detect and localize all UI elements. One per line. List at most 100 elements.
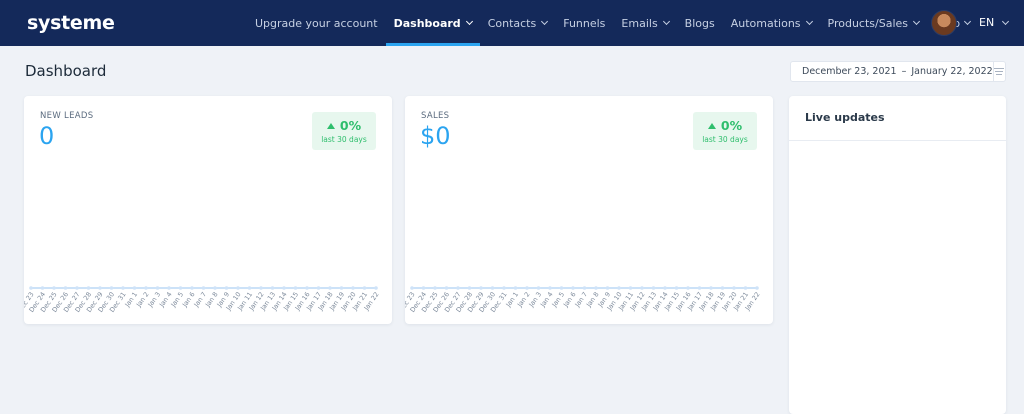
card-value: 0 <box>39 122 55 150</box>
data-point[interactable] <box>571 286 575 290</box>
data-point[interactable] <box>628 286 633 290</box>
data-point[interactable] <box>167 286 171 290</box>
data-point[interactable] <box>536 286 541 290</box>
date-range-picker[interactable]: December 23, 2021– January 22, 2022 <box>790 61 1006 82</box>
nav-item-label: Emails <box>621 16 658 30</box>
data-point[interactable] <box>29 286 33 290</box>
trend-period: last 30 days <box>702 135 748 144</box>
user-avatar[interactable] <box>931 10 957 36</box>
trend-period: last 30 days <box>321 135 367 144</box>
data-point[interactable] <box>132 286 137 290</box>
data-point[interactable] <box>293 286 298 290</box>
data-point[interactable] <box>743 286 748 290</box>
data-point[interactable] <box>201 286 206 290</box>
data-point[interactable] <box>98 286 102 290</box>
data-point[interactable] <box>121 286 125 290</box>
data-point[interactable] <box>282 286 286 290</box>
data-point[interactable] <box>433 286 437 290</box>
top-navbar: systeme Upgrade your account Dashboard Con… <box>0 0 1024 46</box>
nav-item-contacts[interactable]: Contacts <box>480 0 556 46</box>
data-point[interactable] <box>247 286 252 290</box>
sales-card: SALES $0 0% last 30 days Dec 23 Dec 24 Dec… <box>405 96 773 324</box>
data-point[interactable] <box>594 286 598 290</box>
nav-item-label: Automations <box>730 16 801 30</box>
data-point[interactable] <box>178 286 183 290</box>
data-point[interactable] <box>490 286 495 290</box>
date-range-text[interactable]: December 23, 2021– January 22, 2022 <box>791 66 993 77</box>
sales-chart: Dec 23Dec 24Dec 25Dec 26Dec 27Dec 28Dec … <box>405 286 762 314</box>
data-point[interactable] <box>456 286 460 290</box>
data-point[interactable] <box>224 286 229 290</box>
nav-item-dashboard[interactable]: Dashboard <box>385 0 480 46</box>
data-point[interactable] <box>270 286 275 290</box>
data-point[interactable] <box>259 286 263 290</box>
data-point[interactable] <box>663 286 667 290</box>
data-point[interactable] <box>605 286 610 290</box>
data-point[interactable] <box>525 286 529 290</box>
nav-item-funnels[interactable]: Funnels <box>555 0 613 46</box>
data-point[interactable] <box>559 286 564 290</box>
data-point[interactable] <box>351 286 355 290</box>
data-point[interactable] <box>651 286 656 290</box>
data-point[interactable] <box>63 286 68 290</box>
card-value: $0 <box>420 122 451 150</box>
data-point[interactable] <box>479 286 483 290</box>
data-point[interactable] <box>686 286 690 290</box>
language-selector[interactable]: EN <box>979 16 994 29</box>
data-point[interactable] <box>709 286 713 290</box>
card-label: NEW LEADS <box>40 111 94 121</box>
data-point[interactable] <box>674 286 679 290</box>
nav-item-emails[interactable]: Emails <box>613 0 676 46</box>
data-point[interactable] <box>421 286 426 290</box>
data-point[interactable] <box>305 286 309 290</box>
data-point[interactable] <box>640 286 644 290</box>
data-point[interactable] <box>444 286 449 290</box>
data-point[interactable] <box>362 286 367 290</box>
data-point[interactable] <box>328 286 332 290</box>
chevron-down-icon[interactable] <box>1001 17 1010 26</box>
data-point[interactable] <box>86 286 91 290</box>
data-point[interactable] <box>697 286 702 290</box>
chevron-down-icon <box>805 17 813 26</box>
data-point[interactable] <box>52 286 56 290</box>
data-point[interactable] <box>548 286 552 290</box>
nav-item-automations[interactable]: Automations <box>723 0 820 46</box>
nav-item-upgrade-your-account[interactable]: Upgrade your account <box>247 0 386 46</box>
data-point[interactable] <box>502 286 506 290</box>
arrow-up-icon <box>326 122 335 129</box>
data-point[interactable] <box>720 286 725 290</box>
data-point[interactable] <box>410 286 414 290</box>
data-point[interactable] <box>732 286 736 290</box>
trend-percent: 0% <box>720 118 743 133</box>
systeme-logo[interactable]: systeme <box>27 12 115 34</box>
data-point[interactable] <box>582 286 587 290</box>
data-point[interactable] <box>467 286 472 290</box>
data-point[interactable] <box>213 286 217 290</box>
nav-item-label: Funnels <box>563 16 606 30</box>
divider <box>789 140 1006 141</box>
nav-item-label: Dashboard <box>393 16 461 30</box>
card-label: SALES <box>421 111 450 121</box>
nav-item-blogs[interactable]: Blogs <box>677 0 723 46</box>
data-point[interactable] <box>339 286 344 290</box>
data-point[interactable] <box>374 286 378 290</box>
nav-item-products-sales[interactable]: Products/Sales <box>820 0 927 46</box>
data-point[interactable] <box>316 286 321 290</box>
data-point[interactable] <box>755 286 759 290</box>
live-updates-title: Live updates <box>805 111 885 124</box>
data-point[interactable] <box>75 286 79 290</box>
trend-badge: 0% last 30 days <box>312 112 376 150</box>
date-end: January 22, 2022 <box>911 66 993 77</box>
data-point[interactable] <box>617 286 621 290</box>
chevron-down-icon <box>912 17 921 26</box>
data-point[interactable] <box>236 286 240 290</box>
filter-lines-icon[interactable] <box>992 62 1005 81</box>
date-separator: – <box>901 66 907 77</box>
data-point[interactable] <box>513 286 518 290</box>
data-point[interactable] <box>144 286 148 290</box>
data-point[interactable] <box>155 286 160 290</box>
data-point[interactable] <box>40 286 45 290</box>
data-point[interactable] <box>109 286 114 290</box>
new-leads-card: NEW LEADS 0 0% last 30 days Dec 23 Dec 24… <box>24 96 392 324</box>
data-point[interactable] <box>190 286 194 290</box>
